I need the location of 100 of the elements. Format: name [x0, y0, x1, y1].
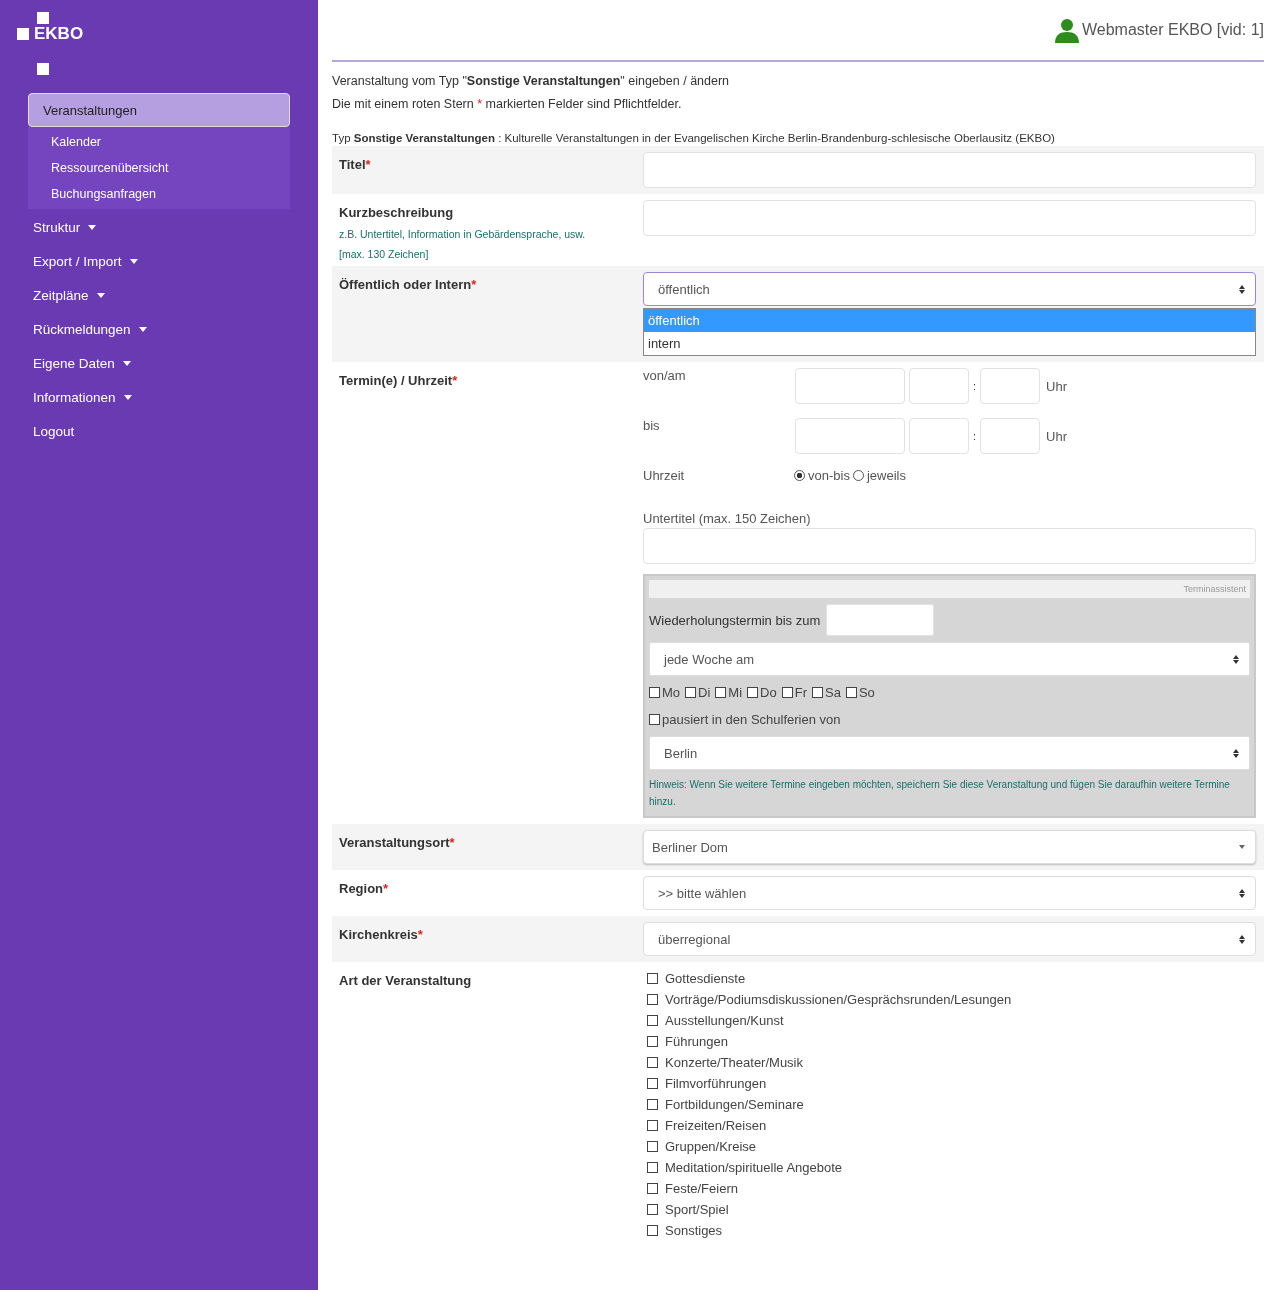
field-hint: [max. 130 Zeichen]	[339, 248, 430, 260]
caret-icon	[123, 395, 132, 400]
checkbox[interactable]	[811, 687, 823, 698]
checkbox[interactable]	[649, 714, 660, 725]
date-label: von/am	[643, 368, 687, 383]
checkbox-label: Konzerte/Theater/Musik	[665, 1055, 803, 1070]
dropdown-option[interactable]: intern	[644, 332, 1255, 355]
required-hint: Die mit einem roten Stern * markierten Felder sind Pflichtfelder.	[332, 96, 683, 113]
logo-square-icon	[37, 12, 49, 24]
field-hint: z.B. Untertitel, Information in Gebärdensprache, usw.	[339, 228, 587, 240]
date-field[interactable]	[795, 368, 905, 404]
checkbox-label: pausiert in den Schulferien von	[662, 712, 841, 727]
checkbox[interactable]	[647, 1078, 658, 1089]
subtitle-field[interactable]	[643, 528, 1256, 564]
checkbox[interactable]	[845, 687, 857, 698]
field-label: Titel*	[339, 157, 372, 172]
checkbox[interactable]	[647, 1099, 658, 1110]
unit-label: Uhr	[1046, 428, 1067, 444]
checkbox[interactable]	[685, 687, 697, 698]
text-field[interactable]	[643, 200, 1256, 236]
user-name[interactable]: Webmaster EKBO [vid: 1]	[1082, 21, 1264, 39]
checkbox-label: Gruppen/Kreise	[665, 1139, 757, 1154]
checkbox[interactable]	[647, 1162, 658, 1173]
checkbox-label: Freizeiten/Reisen	[665, 1118, 767, 1133]
checkbox[interactable]	[649, 687, 660, 698]
nav-item[interactable]: Logout	[28, 416, 290, 447]
radio-label: jeweils	[866, 468, 906, 483]
checkbox[interactable]	[647, 1120, 658, 1131]
interval-select[interactable]: jede Woche am	[649, 642, 1250, 676]
text-field[interactable]	[643, 152, 1256, 188]
select-field[interactable]: >> bitte wählen	[643, 876, 1256, 910]
time-separator: :	[973, 380, 977, 392]
nav-item[interactable]: Informationen	[28, 382, 290, 413]
checkbox[interactable]	[647, 1015, 658, 1026]
checkbox-label: So	[858, 685, 875, 700]
checkbox[interactable]	[781, 687, 793, 698]
caret-icon	[122, 361, 131, 366]
menu-toggle-icon[interactable]	[37, 63, 49, 75]
nav-item[interactable]: Veranstaltungen	[28, 93, 290, 127]
submenu-item[interactable]: Ressourcenübersicht	[28, 155, 290, 181]
subtitle-label: Untertitel (max. 150 Zeichen)	[643, 511, 812, 526]
checkbox[interactable]	[647, 1225, 658, 1236]
nav-item[interactable]: Rückmeldungen	[28, 314, 290, 345]
assistant-title: Terminassistent	[1183, 584, 1246, 594]
repeat-label: Wiederholungstermin bis zum	[649, 612, 821, 628]
assistant-hint: Hinweis: Wenn Sie weitere Termine eingeben möchten, speichern Sie diese Veranstaltung und fügen Sie daraufhin weitere Termine hinzu.	[649, 778, 1231, 809]
checkbox-label: Vorträge/Podiumsdiskussionen/Gesprächsrunden/Lesungen	[665, 992, 1012, 1007]
logo-text: EKBO	[34, 24, 84, 44]
submenu-item[interactable]: Buchungsanfragen	[28, 181, 290, 207]
combobox-field[interactable]: Berliner Dom	[643, 830, 1256, 864]
checkbox[interactable]	[647, 1036, 658, 1047]
checkbox[interactable]	[747, 687, 759, 698]
field-label: Art der Veranstaltung	[339, 973, 473, 988]
radio-button[interactable]	[794, 470, 805, 481]
checkbox-label: Sport/Spiel	[665, 1202, 729, 1217]
date-label: bis	[643, 418, 661, 433]
caret-icon	[138, 327, 147, 332]
checkbox[interactable]	[647, 1057, 658, 1068]
user-icon	[1054, 17, 1080, 43]
time-mode-label: Uhrzeit	[643, 468, 686, 483]
radio-label: von-bis	[808, 468, 850, 483]
checkbox[interactable]	[647, 1183, 658, 1194]
caret-icon	[96, 293, 105, 298]
checkbox-label: Do	[760, 685, 777, 700]
caret-icon	[88, 225, 97, 230]
select-arrows-icon	[1239, 284, 1245, 294]
submenu-item[interactable]: Kalender	[28, 129, 290, 155]
field-label: Kirchenkreis*	[339, 927, 424, 942]
select-field[interactable]: überregional	[643, 922, 1256, 956]
checkbox[interactable]	[647, 973, 658, 984]
checkbox-label: Feste/Feiern	[665, 1181, 738, 1196]
field-label: Öffentlich oder Intern*	[339, 277, 478, 292]
field-label: Termin(e) / Uhrzeit*	[339, 373, 459, 388]
intro-text: Veranstaltung vom Typ "Sonstige Veranstaltungen" eingeben / ändern	[332, 73, 731, 90]
checkbox-label: Sonstiges	[665, 1223, 723, 1238]
state-select[interactable]: Berlin	[649, 736, 1250, 770]
checkbox-label: Gottesdienste	[665, 971, 746, 986]
checkbox-label: Mi	[728, 685, 743, 700]
minute-field[interactable]	[980, 418, 1041, 454]
nav-item[interactable]: Export / Import	[28, 246, 290, 277]
checkbox-label: Meditation/spirituelle Angebote	[665, 1160, 843, 1175]
checkbox[interactable]	[647, 1204, 658, 1215]
minute-field[interactable]	[980, 368, 1041, 404]
nav-item[interactable]: Zeitpläne	[28, 280, 290, 311]
caret-icon	[129, 259, 138, 264]
field-label: Kurzbeschreibung	[339, 205, 455, 220]
hour-field[interactable]	[909, 368, 969, 404]
field-label: Veranstaltungsort*	[339, 835, 456, 850]
checkbox[interactable]	[715, 687, 727, 698]
checkbox-label: Ausstellungen/Kunst	[665, 1013, 784, 1028]
checkbox[interactable]	[647, 1141, 658, 1152]
repeat-date-field[interactable]	[826, 604, 935, 636]
nav-item[interactable]: Eigene Daten	[28, 348, 290, 379]
time-separator: :	[973, 430, 977, 442]
select-field[interactable]: öffentlich	[643, 272, 1256, 306]
date-field[interactable]	[795, 418, 905, 454]
checkbox[interactable]	[647, 994, 658, 1005]
hour-field[interactable]	[909, 418, 969, 454]
nav-item[interactable]: Struktur	[28, 212, 290, 243]
checkbox-label: Di	[698, 685, 711, 700]
